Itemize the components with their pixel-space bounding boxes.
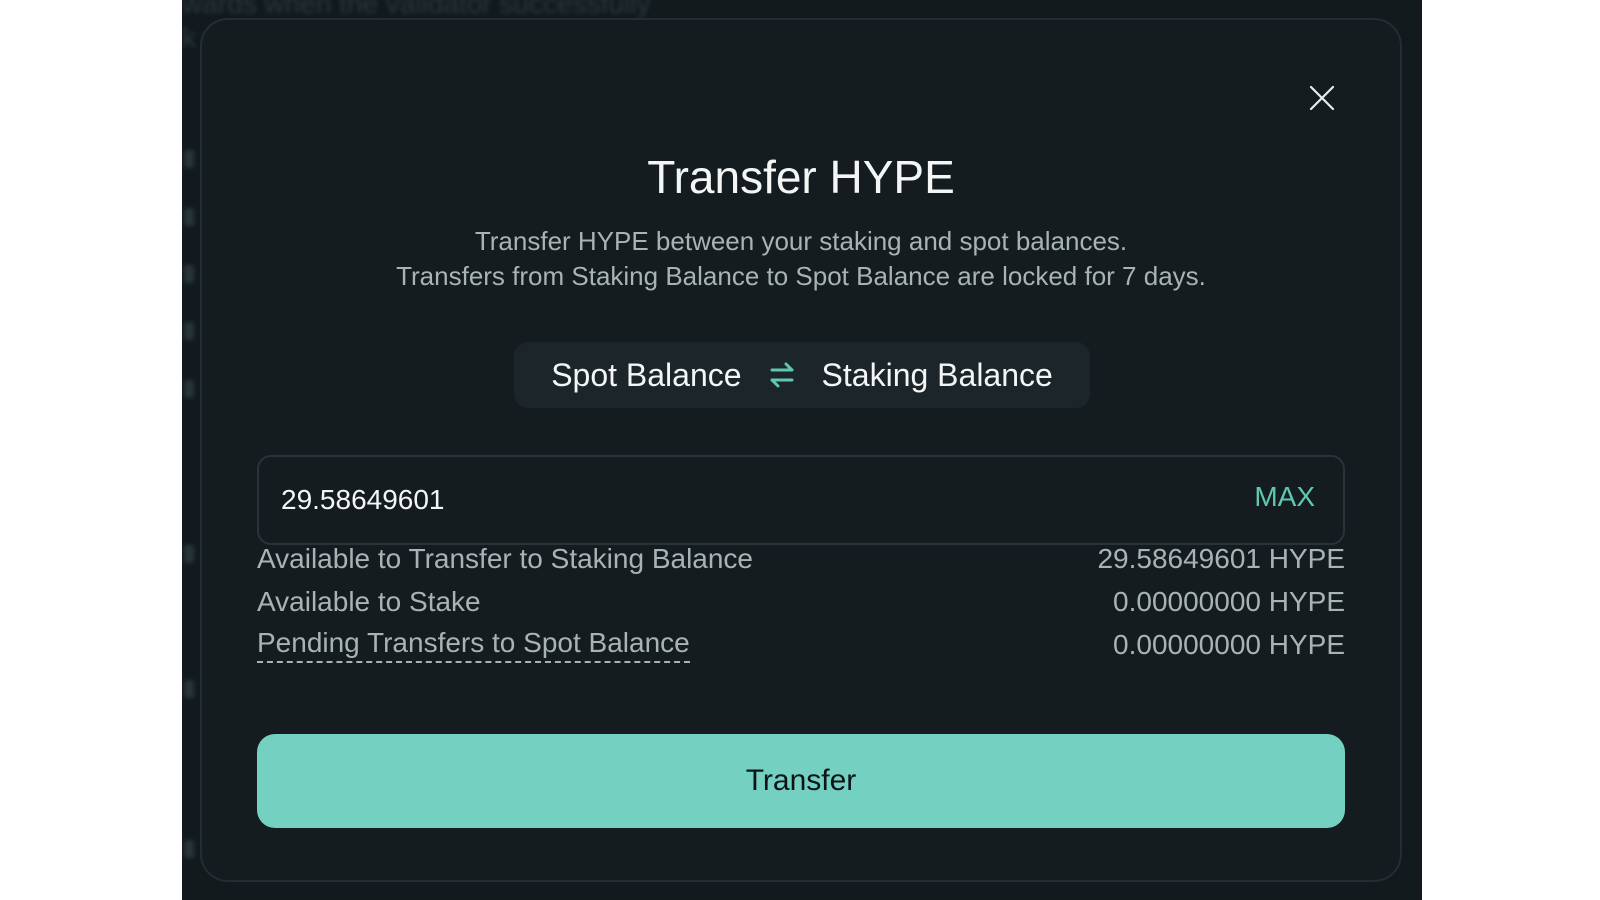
modal-title: Transfer HYPE <box>647 151 955 203</box>
info-row-pending-transfers: Pending Transfers to Spot Balance 0.0000… <box>257 625 1345 665</box>
transfer-button[interactable]: Transfer <box>257 734 1345 828</box>
background-mark <box>184 265 194 283</box>
info-value: 0.00000000 HYPE <box>1113 629 1345 660</box>
subtitle-line: Transfer HYPE between your staking and s… <box>474 226 1128 256</box>
swap-arrows-icon <box>770 362 794 388</box>
background-mark <box>184 840 194 858</box>
amount-input[interactable] <box>281 457 1181 543</box>
pending-transfers-tooltip-label[interactable]: Pending Transfers to Spot Balance <box>257 627 690 663</box>
to-balance-label: Staking Balance <box>821 356 1053 393</box>
background-mark <box>184 208 194 226</box>
transfer-modal: Transfer HYPE Transfer HYPE between your… <box>200 18 1402 882</box>
background-text: wards when the validator successfully <box>182 0 651 19</box>
info-row-available-stake: Available to Stake 0.00000000 HYPE <box>257 582 1345 622</box>
background-mark <box>184 322 194 340</box>
modal-subtitle: Transfer HYPE between your staking and s… <box>202 224 1400 294</box>
amount-field: MAX <box>257 455 1345 545</box>
info-value: 0.00000000 HYPE <box>1113 586 1345 617</box>
close-icon <box>1309 85 1335 111</box>
close-button[interactable] <box>1304 80 1340 116</box>
background-mark <box>184 545 194 563</box>
background-mark <box>184 380 194 398</box>
info-label: Available to Transfer to Staking Balance <box>257 543 754 574</box>
subtitle-line: Transfers from Staking Balance to Spot B… <box>396 261 1206 291</box>
background-mark <box>184 150 194 168</box>
from-balance-label: Spot Balance <box>551 356 742 393</box>
info-value: 29.58649601 HYPE <box>1097 543 1345 574</box>
swap-direction-button[interactable] <box>764 357 800 393</box>
max-button[interactable]: MAX <box>1254 481 1315 513</box>
background-mark <box>184 680 194 698</box>
info-label: Available to Stake <box>257 586 481 617</box>
background-text: k <box>182 22 196 53</box>
info-row-available-transfer: Available to Transfer to Staking Balance… <box>257 539 1345 579</box>
balance-direction-switcher: Spot Balance Staking Balance <box>514 342 1090 408</box>
